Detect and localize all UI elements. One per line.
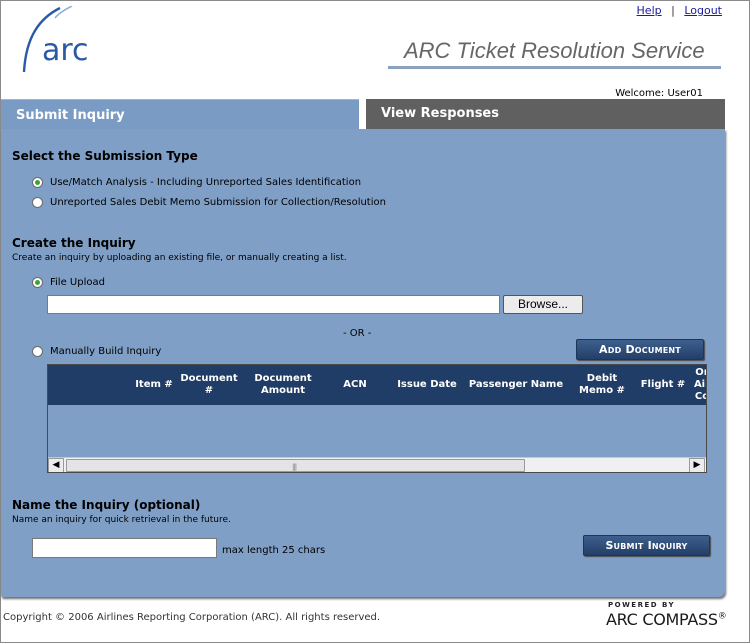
scroll-grip-icon: ||| (292, 463, 297, 471)
help-link[interactable]: Help (637, 4, 662, 17)
create-inquiry-hint: Create an inquiry by uploading an existi… (12, 253, 347, 263)
tab-submit-inquiry[interactable]: Submit Inquiry (1, 99, 359, 129)
col-flight: Flight # (640, 379, 686, 390)
option-manual-build[interactable]: Manually Build Inquiry (32, 346, 161, 357)
submit-inquiry-button[interactable]: Submit Inquiry (583, 535, 710, 556)
file-upload-radio[interactable] (32, 277, 43, 288)
submit-inquiry-panel: Select the Submission Type Use/Match Ana… (1, 129, 725, 597)
grid-horizontal-scrollbar[interactable]: ◀ ||| ▶ (48, 457, 706, 472)
arc-compass-logo: ARC COMPASS® (606, 610, 727, 629)
documents-grid: Item # Document # Document Amount ACN Is… (47, 364, 707, 473)
col-issue-date: Issue Date (397, 379, 457, 390)
add-document-button[interactable]: Add Document (576, 339, 704, 360)
name-inquiry-hint: Name an inquiry for quick retrieval in t… (12, 515, 231, 525)
col-document: Document # (180, 373, 238, 396)
top-links-separator: | (671, 4, 675, 17)
or-separator: - OR - (343, 328, 372, 339)
col-origin-airline: Or Air Co (693, 367, 706, 402)
option-unreported-sales[interactable]: Unreported Sales Debit Memo Submission f… (32, 197, 386, 208)
powered-by-text: POWERED BY (608, 601, 676, 609)
scroll-thumb[interactable]: ||| (66, 459, 525, 472)
logout-link[interactable]: Logout (684, 4, 722, 17)
submission-type-title: Select the Submission Type (12, 149, 198, 163)
col-acn: ACN (343, 379, 367, 390)
arc-compass-brand: ARC COMPASS (606, 610, 718, 629)
grid-header: Item # Document # Document Amount ACN Is… (48, 365, 706, 405)
scroll-right-icon[interactable]: ▶ (689, 458, 705, 472)
copyright-text: Copyright © 2006 Airlines Reporting Corp… (3, 612, 381, 623)
browse-button[interactable]: Browse... (503, 295, 583, 314)
max-length-note: max length 25 chars (222, 545, 326, 556)
use-match-label: Use/Match Analysis - Including Unreporte… (50, 177, 362, 188)
trademark-mark: ® (717, 611, 727, 622)
col-item: Item # (135, 379, 173, 390)
name-inquiry-title: Name the Inquiry (optional) (12, 498, 201, 512)
file-upload-input[interactable] (47, 295, 500, 314)
inquiry-name-input[interactable] (32, 538, 217, 558)
col-document-amount: Document Amount (254, 373, 312, 396)
tab-view-responses[interactable]: View Responses (366, 99, 725, 129)
welcome-text: Welcome: User01 (615, 88, 703, 99)
arc-logo-text: arc (42, 33, 89, 68)
option-file-upload[interactable]: File Upload (32, 277, 105, 288)
scroll-left-icon[interactable]: ◀ (48, 458, 64, 472)
create-inquiry-title: Create the Inquiry (12, 236, 136, 250)
use-match-radio[interactable] (32, 177, 43, 188)
app-title: ARC Ticket Resolution Service (404, 38, 705, 63)
file-upload-label: File Upload (50, 277, 105, 288)
col-passenger-name: Passenger Name (468, 379, 564, 390)
unreported-sales-radio[interactable] (32, 197, 43, 208)
top-links: Help | Logout (637, 4, 722, 17)
grid-body (48, 405, 706, 457)
manual-build-label: Manually Build Inquiry (50, 346, 162, 357)
col-debit-memo: Debit Memo # (579, 373, 625, 396)
title-underline (388, 66, 721, 69)
unreported-sales-label: Unreported Sales Debit Memo Submission f… (50, 197, 386, 208)
option-use-match[interactable]: Use/Match Analysis - Including Unreporte… (32, 177, 361, 188)
manual-build-radio[interactable] (32, 346, 43, 357)
